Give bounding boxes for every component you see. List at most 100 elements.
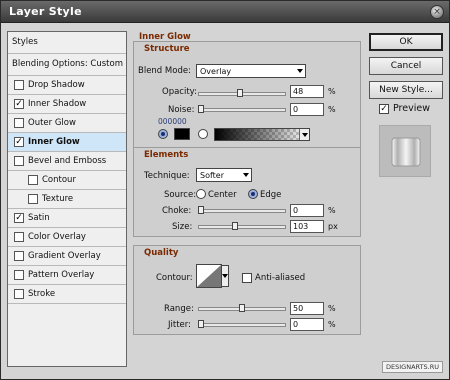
blending-options-item[interactable]: Blending Options: Custom bbox=[8, 54, 126, 76]
style-item-label: Drop Shadow bbox=[28, 80, 85, 90]
style-item-label: Bevel and Emboss bbox=[28, 156, 107, 166]
range-input[interactable]: 50 bbox=[290, 302, 324, 315]
new-style-button[interactable]: New Style... bbox=[369, 81, 443, 99]
style-item-checkbox[interactable] bbox=[14, 80, 24, 90]
blend-mode-value: Overlay bbox=[200, 67, 232, 76]
style-item-checkbox[interactable] bbox=[28, 175, 38, 185]
preview-thumbnail-icon bbox=[391, 137, 421, 167]
style-item-checkbox[interactable] bbox=[14, 156, 24, 166]
jitter-slider-thumb[interactable] bbox=[198, 320, 204, 328]
style-item-label: Inner Glow bbox=[28, 137, 80, 147]
jitter-unit: % bbox=[328, 320, 336, 329]
close-icon[interactable]: × bbox=[430, 5, 444, 19]
choke-slider-track[interactable] bbox=[198, 209, 286, 213]
size-slider-thumb[interactable] bbox=[231, 222, 238, 230]
choke-unit: % bbox=[328, 206, 336, 215]
choke-label: Choke: bbox=[162, 206, 192, 216]
styles-header[interactable]: Styles bbox=[8, 32, 126, 54]
style-item-stroke[interactable]: Stroke bbox=[8, 285, 126, 304]
preview-checkbox[interactable]: ✓ bbox=[379, 104, 389, 114]
preview-label: Preview bbox=[393, 103, 430, 114]
source-edge-radio[interactable] bbox=[248, 189, 258, 199]
contour-dropdown-icon[interactable] bbox=[221, 265, 229, 287]
gradient-dropdown-icon[interactable] bbox=[299, 129, 309, 140]
style-item-texture[interactable]: Texture bbox=[8, 190, 126, 209]
range-slider-thumb[interactable] bbox=[239, 304, 245, 312]
style-item-checkbox[interactable] bbox=[14, 251, 24, 261]
opacity-slider-thumb[interactable] bbox=[237, 89, 244, 97]
contour-curve-icon bbox=[197, 265, 221, 287]
technique-value: Softer bbox=[200, 171, 224, 180]
style-item-label: Satin bbox=[28, 213, 50, 223]
opacity-label: Opacity: bbox=[162, 87, 197, 97]
style-item-drop-shadow[interactable]: Drop Shadow bbox=[8, 76, 126, 95]
blending-options-label: Blending Options: Custom bbox=[12, 59, 123, 69]
glow-color-swatch[interactable] bbox=[174, 128, 190, 140]
solid-color-radio[interactable] bbox=[158, 129, 168, 139]
style-item-checkbox[interactable]: ✓ bbox=[14, 99, 24, 109]
style-item-contour[interactable]: Contour bbox=[8, 171, 126, 190]
source-center-radio[interactable] bbox=[196, 189, 206, 199]
window-title: Layer Style bbox=[9, 5, 82, 18]
opacity-input[interactable]: 48 bbox=[290, 85, 324, 98]
gradient-swatch[interactable] bbox=[214, 128, 310, 141]
noise-slider-thumb[interactable] bbox=[198, 105, 204, 113]
style-item-pattern-overlay[interactable]: Pattern Overlay bbox=[8, 266, 126, 285]
style-item-color-overlay[interactable]: Color Overlay bbox=[8, 228, 126, 247]
size-unit: px bbox=[328, 222, 338, 231]
size-input[interactable]: 103 bbox=[290, 220, 324, 233]
noise-label: Noise: bbox=[168, 105, 195, 115]
style-item-checkbox[interactable] bbox=[14, 270, 24, 280]
style-item-inner-shadow[interactable]: ✓ Inner Shadow bbox=[8, 95, 126, 114]
style-item-outer-glow[interactable]: Outer Glow bbox=[8, 114, 126, 133]
style-item-satin[interactable]: ✓ Satin bbox=[8, 209, 126, 228]
source-center-label: Center bbox=[208, 190, 237, 200]
blend-mode-label: Blend Mode: bbox=[138, 66, 191, 76]
style-item-checkbox[interactable] bbox=[14, 118, 24, 128]
title-bar: Layer Style × bbox=[1, 1, 449, 23]
styles-list: Styles Blending Options: Custom Drop Sha… bbox=[7, 31, 127, 367]
layer-style-dialog: Layer Style × Styles Blending Options: C… bbox=[0, 0, 450, 380]
range-label: Range: bbox=[164, 304, 194, 314]
choke-input[interactable]: 0 bbox=[290, 204, 324, 217]
style-item-inner-glow[interactable]: ✓ Inner Glow bbox=[8, 133, 126, 152]
quality-group: Quality Contour: Anti-aliased Range: 50 … bbox=[133, 245, 361, 335]
style-item-checkbox[interactable]: ✓ bbox=[14, 137, 24, 147]
chevron-down-icon bbox=[297, 69, 303, 73]
source-edge-label: Edge bbox=[260, 190, 282, 200]
jitter-label: Jitter: bbox=[168, 320, 191, 330]
style-item-label: Contour bbox=[42, 175, 76, 185]
color-hex-label: 000000 bbox=[158, 117, 187, 126]
contour-picker[interactable] bbox=[196, 264, 229, 288]
cancel-button[interactable]: Cancel bbox=[369, 57, 443, 75]
jitter-slider-track[interactable] bbox=[198, 323, 286, 327]
quality-heading: Quality bbox=[144, 248, 179, 258]
gradient-radio[interactable] bbox=[198, 129, 208, 139]
styles-label: Styles bbox=[12, 37, 38, 47]
style-item-checkbox[interactable] bbox=[28, 194, 38, 204]
style-item-checkbox[interactable] bbox=[14, 232, 24, 242]
style-item-gradient-overlay[interactable]: Gradient Overlay bbox=[8, 247, 126, 266]
noise-input[interactable]: 0 bbox=[290, 103, 324, 116]
anti-aliased-checkbox[interactable] bbox=[242, 273, 252, 283]
style-item-checkbox[interactable]: ✓ bbox=[14, 213, 24, 223]
technique-label: Technique: bbox=[144, 171, 190, 181]
contour-label: Contour: bbox=[156, 273, 193, 283]
elements-group: Elements Technique: Softer Source: Cente… bbox=[133, 147, 361, 237]
style-item-checkbox[interactable] bbox=[14, 289, 24, 299]
choke-slider-thumb[interactable] bbox=[198, 206, 204, 214]
size-slider-track[interactable] bbox=[198, 225, 286, 229]
style-item-bevel-and-emboss[interactable]: Bevel and Emboss bbox=[8, 152, 126, 171]
blend-mode-select[interactable]: Overlay bbox=[196, 64, 306, 78]
size-label: Size: bbox=[172, 222, 193, 232]
style-item-label: Texture bbox=[42, 194, 74, 204]
style-item-label: Outer Glow bbox=[28, 118, 76, 128]
ok-button[interactable]: OK bbox=[369, 33, 443, 51]
jitter-input[interactable]: 0 bbox=[290, 318, 324, 331]
elements-heading: Elements bbox=[144, 150, 189, 160]
noise-slider-track[interactable] bbox=[198, 108, 286, 112]
source-label: Source: bbox=[164, 190, 197, 200]
inner-glow-panel: Inner Glow Structure Blend Mode: Overlay… bbox=[133, 31, 361, 367]
technique-select[interactable]: Softer bbox=[196, 168, 252, 182]
structure-heading: Structure bbox=[144, 44, 190, 54]
